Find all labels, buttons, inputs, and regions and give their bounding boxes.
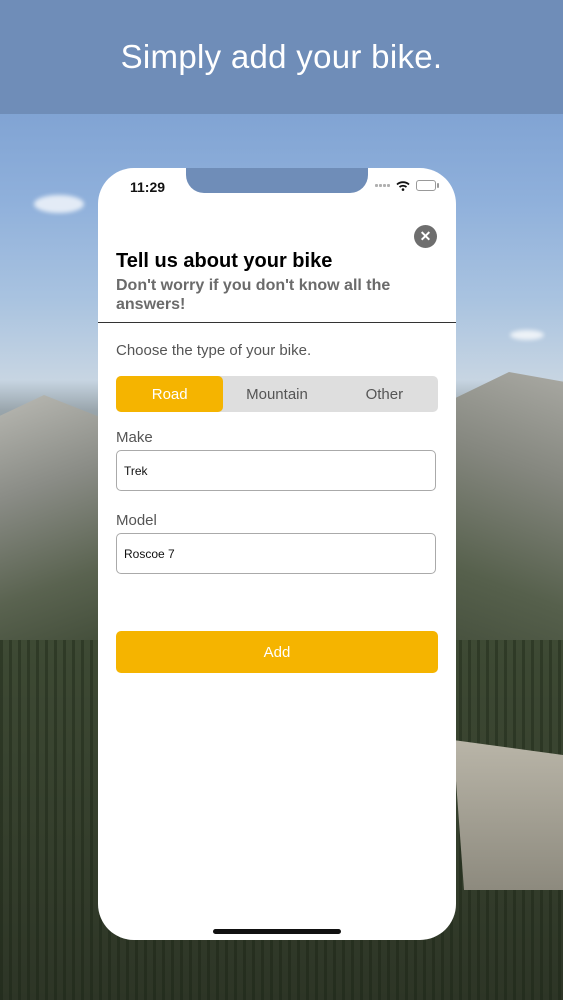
make-input[interactable]: Trek [116,450,436,491]
signal-icon [375,184,390,187]
model-input[interactable]: Roscoe 7 [116,533,436,574]
mountain-left [0,395,110,655]
segment-other[interactable]: Other [331,376,438,412]
make-label: Make [116,429,153,446]
phone-notch [186,168,368,193]
form-subtitle: Don't worry if you don't know all the an… [116,277,391,313]
phone-screen: 11:29 ✕ Tell us about your bike Don't wo… [98,168,456,940]
divider [98,322,456,323]
make-input-value: Trek [124,463,148,478]
model-input-value: Roscoe 7 [124,546,175,561]
status-time: 11:29 [130,179,166,195]
bike-type-prompt: Choose the type of your bike. [116,342,312,359]
model-label: Model [116,512,157,529]
add-button[interactable]: Add [116,631,438,673]
battery-icon [416,180,439,191]
cloud [34,195,84,213]
close-icon: ✕ [419,228,432,244]
wifi-icon [396,180,410,191]
banner-title: Simply add your bike. [120,38,443,75]
cloud [510,330,544,340]
close-button[interactable]: ✕ [414,225,437,248]
status-icons [375,180,439,191]
form-title: Tell us about your bike [116,250,333,272]
bike-type-segmented-control: Road Mountain Other [116,376,438,412]
segment-road[interactable]: Road [116,376,224,412]
home-indicator [213,929,341,934]
segment-mountain[interactable]: Mountain [223,376,330,412]
top-banner: Simply add your bike. [0,0,563,114]
rock-slope [453,740,563,890]
